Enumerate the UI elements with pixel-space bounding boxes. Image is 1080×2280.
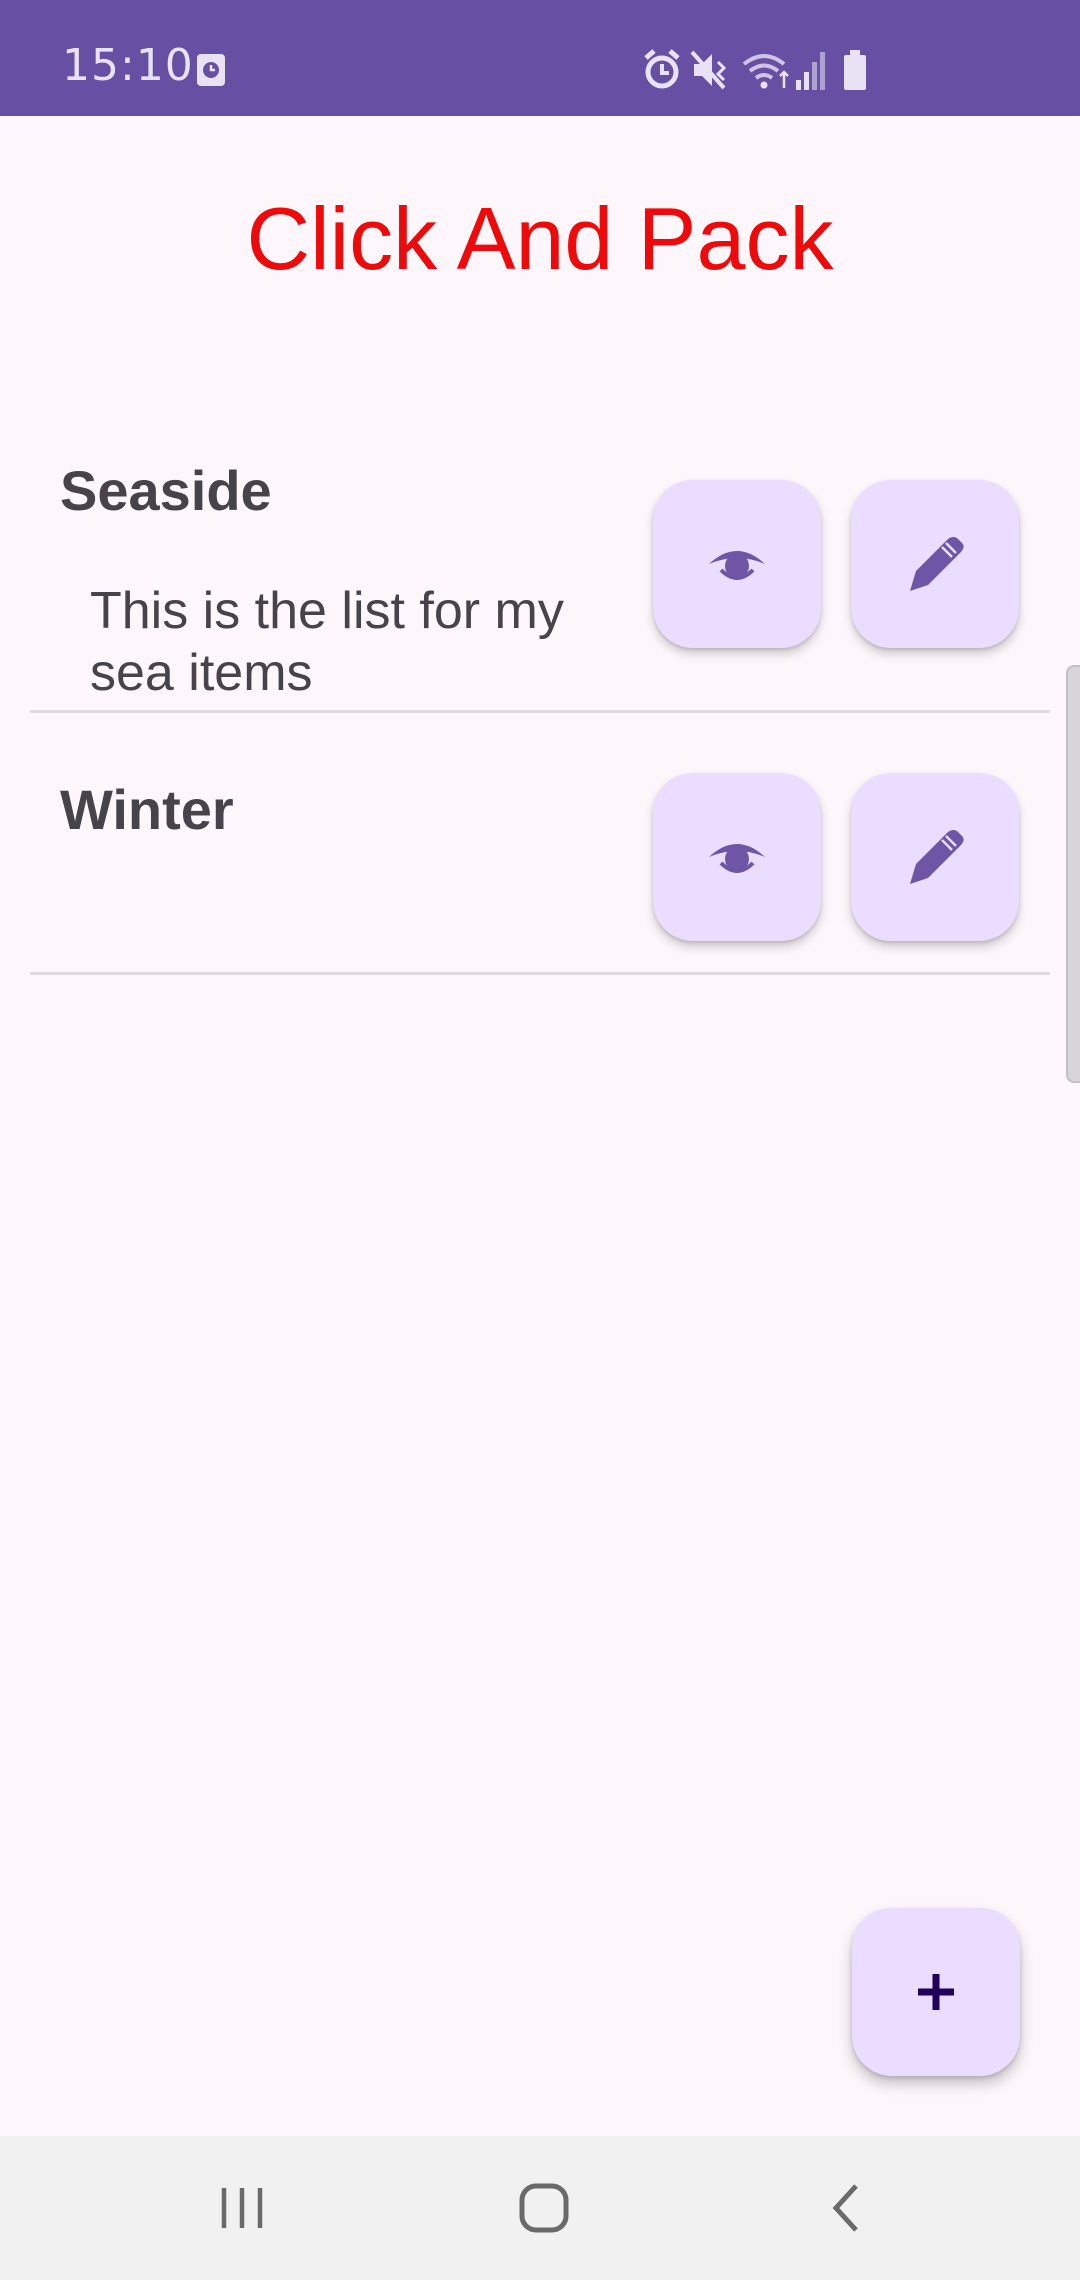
pencil-icon [910,830,964,884]
plus-icon [918,1974,954,2010]
recent-apps-icon [221,2188,263,2228]
view-list-button[interactable] [653,480,821,648]
back-icon [832,2184,858,2232]
alarm-icon [644,49,680,89]
list-item[interactable]: Seaside This is the list for my sea item… [30,432,1050,713]
view-list-button[interactable] [653,773,821,941]
edit-list-button[interactable] [851,773,1019,941]
list-item-description: This is the list for my sea items [90,582,564,702]
signal-icon [796,52,825,90]
status-icons [642,48,882,92]
status-bar: 15:10 [0,0,1080,116]
eye-icon [709,551,765,580]
wifi-icon [742,54,789,89]
navigation-bar [0,2136,1080,2280]
pencil-icon [910,537,964,591]
scrollbar[interactable] [1066,665,1080,1083]
vibrate-mute-icon [690,50,727,90]
add-list-button[interactable] [852,1908,1020,2076]
list-item-title: Winter [60,778,234,841]
list-divider [30,972,1050,975]
back-button[interactable] [746,2136,946,2280]
status-time: 15:10 [62,40,194,91]
battery-icon [844,50,866,90]
home-button[interactable] [444,2136,644,2280]
home-icon [519,2183,569,2233]
app-title: Click And Pack [246,189,834,288]
edit-list-button[interactable] [851,480,1019,648]
list-item-title: Seaside [60,459,272,522]
clock-badge-icon [197,54,225,86]
list-item[interactable]: Winter [30,713,1050,975]
eye-icon [709,844,765,873]
recent-apps-button[interactable] [142,2136,342,2280]
